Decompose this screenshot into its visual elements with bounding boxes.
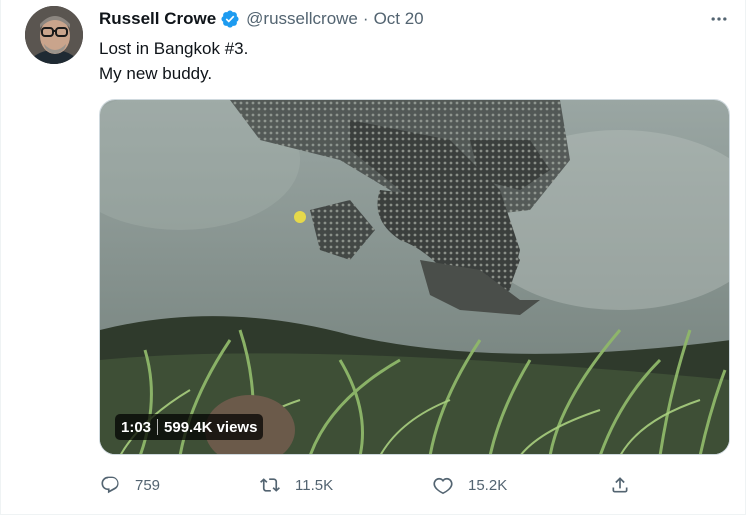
video-player[interactable] — [99, 99, 730, 455]
video-info-badge: 1:03 599.4K views — [115, 414, 264, 440]
display-name[interactable]: Russell Crowe — [99, 9, 216, 29]
reply-count: 759 — [135, 476, 161, 494]
retweet-count: 11.5K — [295, 476, 334, 494]
tweet-header: Russell Crowe @russellcrowe · Oct 20 — [99, 8, 424, 30]
avatar[interactable] — [25, 6, 83, 64]
verified-badge-icon — [220, 9, 240, 29]
heart-icon — [432, 474, 454, 496]
like-count: 15.2K — [468, 476, 508, 494]
share-button[interactable] — [609, 470, 631, 500]
retweet-button[interactable]: 11.5K — [259, 470, 333, 500]
share-icon — [609, 474, 631, 496]
badge-divider — [157, 419, 159, 435]
like-button[interactable]: 15.2K — [432, 470, 507, 500]
separator-dot: · — [362, 9, 369, 28]
video-duration: 1:03 — [121, 418, 152, 436]
tweet-text-line: My new buddy. — [99, 64, 213, 83]
reply-icon — [99, 474, 121, 496]
video-views: 599.4K views — [164, 418, 258, 436]
tweet-actions: 759 11.5K 15.2K — [99, 470, 739, 500]
tweet-text: Lost in Bangkok #3. My new buddy. — [99, 36, 248, 86]
video-thumbnail — [100, 100, 729, 454]
handle[interactable]: @russellcrowe — [246, 9, 358, 29]
tweet-date[interactable]: Oct 20 — [374, 9, 424, 29]
tweet-text-line: Lost in Bangkok #3. — [99, 39, 249, 58]
retweet-icon — [259, 474, 281, 496]
reply-button[interactable]: 759 — [99, 470, 160, 500]
more-horizontal-icon[interactable] — [704, 8, 734, 30]
tweet-card[interactable]: Russell Crowe @russellcrowe · Oct 20 Los… — [0, 0, 746, 515]
